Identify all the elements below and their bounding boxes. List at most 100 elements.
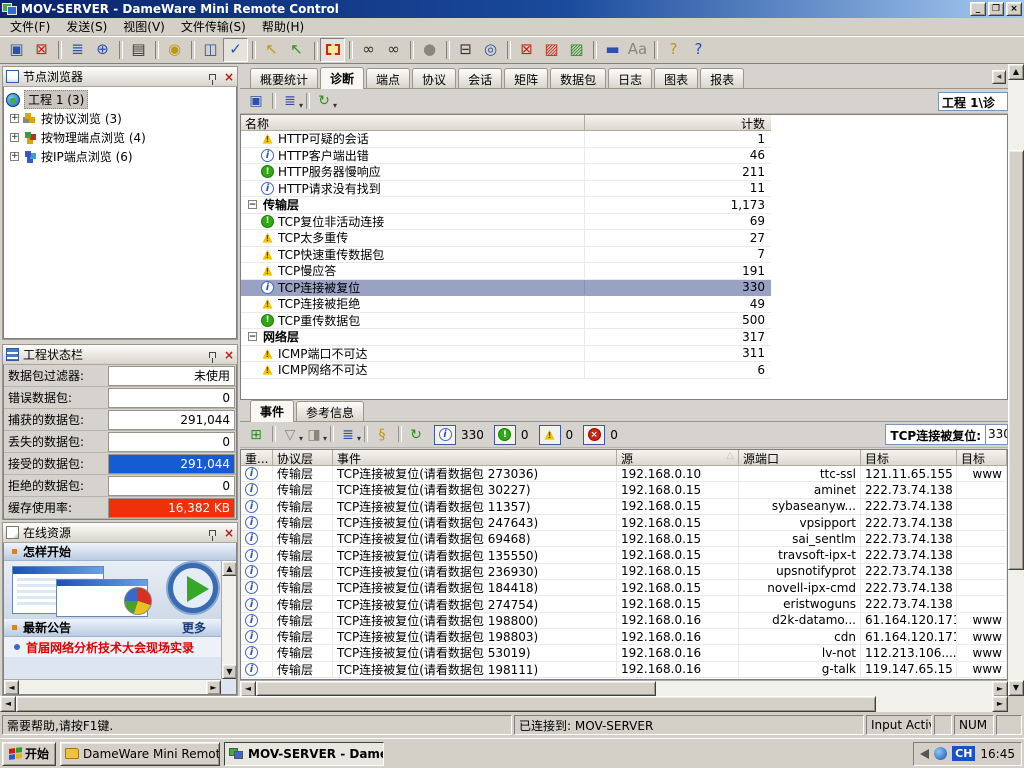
diag-row[interactable]: HTTP请求没有找到 11 — [241, 180, 771, 197]
event-tab[interactable]: 参考信息 — [296, 401, 365, 421]
diag-row[interactable]: TCP太多重传 27 — [241, 230, 771, 247]
window-icon[interactable]: ▬ — [593, 38, 625, 62]
promo-image[interactable] — [4, 561, 236, 619]
send-keys-icon[interactable]: ▤ — [119, 38, 151, 62]
event-row[interactable]: 传输层 TCP连接被复位(请看数据包 198803) 192.168.0.16 … — [241, 628, 1007, 646]
event-row[interactable]: 传输层 TCP连接被复位(请看数据包 53019) 192.168.0.16 l… — [241, 645, 1007, 662]
expand-icon[interactable]: + — [10, 152, 19, 161]
diag-row[interactable]: HTTP客户端出错 46 — [241, 147, 771, 164]
event-column-header[interactable]: 重... — [241, 450, 273, 465]
event-row[interactable]: 传输层 TCP连接被复位(请看数据包 274754) 192.168.0.15 … — [241, 596, 1007, 613]
save-icon[interactable]: ▣ — [244, 91, 268, 112]
view-tab[interactable]: 概要统计 — [250, 68, 319, 88]
more-link[interactable]: 更多 — [182, 619, 206, 636]
event-column-header[interactable]: 源 — [617, 450, 739, 465]
event-column-header[interactable]: 目标 — [957, 450, 1007, 465]
play-button-icon[interactable] — [168, 563, 218, 613]
scroll-left-icon[interactable]: ◄ — [0, 696, 16, 712]
lock-icon[interactable]: ◉ — [155, 38, 187, 62]
folder-lock-icon[interactable]: ▨ — [539, 38, 564, 62]
news-item[interactable]: 首届网络分析技术大会现场实录 — [4, 637, 236, 657]
view-tab[interactable]: 协议 — [412, 68, 457, 88]
font-icon[interactable]: Aa — [625, 38, 650, 62]
close-panel-icon[interactable]: × — [224, 71, 234, 83]
key-icon[interactable]: § — [364, 424, 394, 445]
scroll-down-icon[interactable]: ▼ — [1008, 680, 1024, 696]
connect-icon[interactable]: ▣ — [4, 38, 29, 62]
refresh-icon[interactable]: ↻ — [306, 91, 337, 112]
restore-button[interactable]: ❐ — [988, 2, 1004, 16]
view-tab[interactable]: 矩阵 — [504, 68, 549, 88]
fullscreen-icon[interactable]: ⊕ — [90, 38, 115, 62]
expand-icon[interactable]: + — [10, 114, 19, 123]
selection-rect-icon[interactable] — [314, 37, 345, 62]
event-row[interactable]: 传输层 TCP连接被复位(请看数据包 236930) 192.168.0.15 … — [241, 563, 1007, 581]
diag-row[interactable]: 网络层 317 — [241, 329, 771, 346]
tree-item[interactable]: + 按IP端点浏览 (6) — [6, 147, 234, 166]
help-icon[interactable]: ? — [654, 38, 686, 62]
column-name[interactable]: 名称 — [241, 115, 585, 131]
counter-toggle-button[interactable] — [493, 424, 516, 445]
event-row[interactable]: 传输层 TCP连接被复位(请看数据包 247643) 192.168.0.15 … — [241, 514, 1007, 532]
print-icon[interactable]: ⊟ — [446, 38, 478, 62]
taskbar-item-folder[interactable]: DameWare Mini Remote ... — [60, 741, 220, 766]
online-hscrollbar[interactable]: ◄ ► — [4, 679, 221, 694]
event-row[interactable]: 传输层 TCP连接被复位(请看数据包 135550) 192.168.0.15 … — [241, 547, 1007, 564]
close-button[interactable]: × — [1006, 2, 1022, 16]
filter-icon[interactable]: ▽ — [272, 424, 303, 445]
diag-row[interactable]: TCP快速重传数据包 7 — [241, 246, 771, 263]
view-tab[interactable]: 日志 — [608, 68, 653, 88]
close-panel-icon[interactable]: × — [224, 527, 234, 539]
event-row[interactable]: 传输层 TCP连接被复位(请看数据包 273036) 192.168.0.10 … — [241, 466, 1007, 483]
event-tab[interactable]: 事件 — [250, 400, 295, 422]
network-icon[interactable] — [934, 747, 948, 760]
tab-scroll-left-icon[interactable]: ◂ — [992, 70, 1006, 84]
event-column-header[interactable]: 协议层 — [273, 450, 333, 465]
diag-row[interactable]: HTTP可疑的会话 1 — [241, 131, 771, 148]
diag-row[interactable]: 传输层 1,173 — [241, 197, 771, 214]
language-indicator[interactable]: CH — [952, 746, 976, 761]
event-row[interactable]: 传输层 TCP连接被复位(请看数据包 69468) 192.168.0.15 s… — [241, 531, 1007, 548]
menu-item[interactable]: 视图(V) — [115, 17, 173, 36]
expand-icon[interactable]: + — [10, 133, 19, 142]
view-list-icon[interactable]: ≣ — [58, 38, 90, 62]
menu-item[interactable]: 文件(F) — [2, 17, 58, 36]
column-count[interactable]: 计数 — [585, 115, 771, 131]
counter-toggle-button[interactable] — [538, 424, 561, 445]
pin-icon[interactable] — [208, 73, 216, 85]
tree-item[interactable]: + 按物理端点浏览 (4) — [6, 128, 234, 147]
view-tab[interactable]: 数据包 — [550, 68, 607, 88]
add-filter-icon[interactable]: ⊞ — [244, 424, 268, 445]
cursor-left-icon[interactable]: ↖ — [252, 38, 284, 62]
cursor-right-icon[interactable]: ↖ — [284, 38, 309, 62]
diag-row[interactable]: TCP慢应答 191 — [241, 263, 771, 280]
remote-vscrollbar[interactable]: ▲ ▼ — [1008, 64, 1024, 696]
view-tab[interactable]: 端点 — [366, 68, 411, 88]
start-button[interactable]: 开始 — [2, 741, 56, 766]
diag-row[interactable]: TCP连接被复位 330 — [241, 279, 771, 296]
event-column-header[interactable]: 事件 — [333, 450, 617, 465]
counter-toggle-button[interactable] — [434, 424, 456, 445]
event-row[interactable]: 传输层 TCP连接被复位(请看数据包 11357) 192.168.0.15 s… — [241, 498, 1007, 515]
diag-row[interactable]: HTTP服务器慢响应 211 — [241, 164, 771, 181]
scrollbar-thumb[interactable] — [256, 681, 656, 696]
disconnect-all-icon[interactable]: ⊠ — [507, 38, 539, 62]
event-column-header[interactable]: 源端口 — [739, 450, 861, 465]
scrollbar-thumb[interactable] — [1008, 150, 1024, 570]
view-tab[interactable]: 会话 — [458, 68, 503, 88]
view-tab[interactable]: 图表 — [654, 68, 699, 88]
tree-item[interactable]: + 按协议浏览 (3) — [6, 109, 234, 128]
minimize-button[interactable]: _ — [970, 2, 986, 16]
remote-hscrollbar[interactable]: ◄ ► — [0, 696, 1008, 712]
scroll-up-icon[interactable]: ▲ — [222, 561, 236, 576]
event-filter-value[interactable]: 330 — [986, 424, 1008, 445]
close-panel-icon[interactable]: × — [224, 349, 234, 361]
event-row[interactable]: 传输层 TCP连接被复位(请看数据包 198111) 192.168.0.16 … — [241, 661, 1007, 678]
scroll-up-icon[interactable]: ▲ — [1008, 64, 1024, 80]
record-icon[interactable]: ● — [410, 38, 442, 62]
folder-open-icon[interactable]: ▨ — [564, 38, 589, 62]
scroll-down-icon[interactable]: ▼ — [222, 664, 236, 679]
view-tab[interactable]: 诊断 — [320, 67, 365, 89]
diag-row[interactable]: TCP重传数据包 500 — [241, 312, 771, 329]
menu-item[interactable]: 文件传输(S) — [173, 17, 254, 36]
